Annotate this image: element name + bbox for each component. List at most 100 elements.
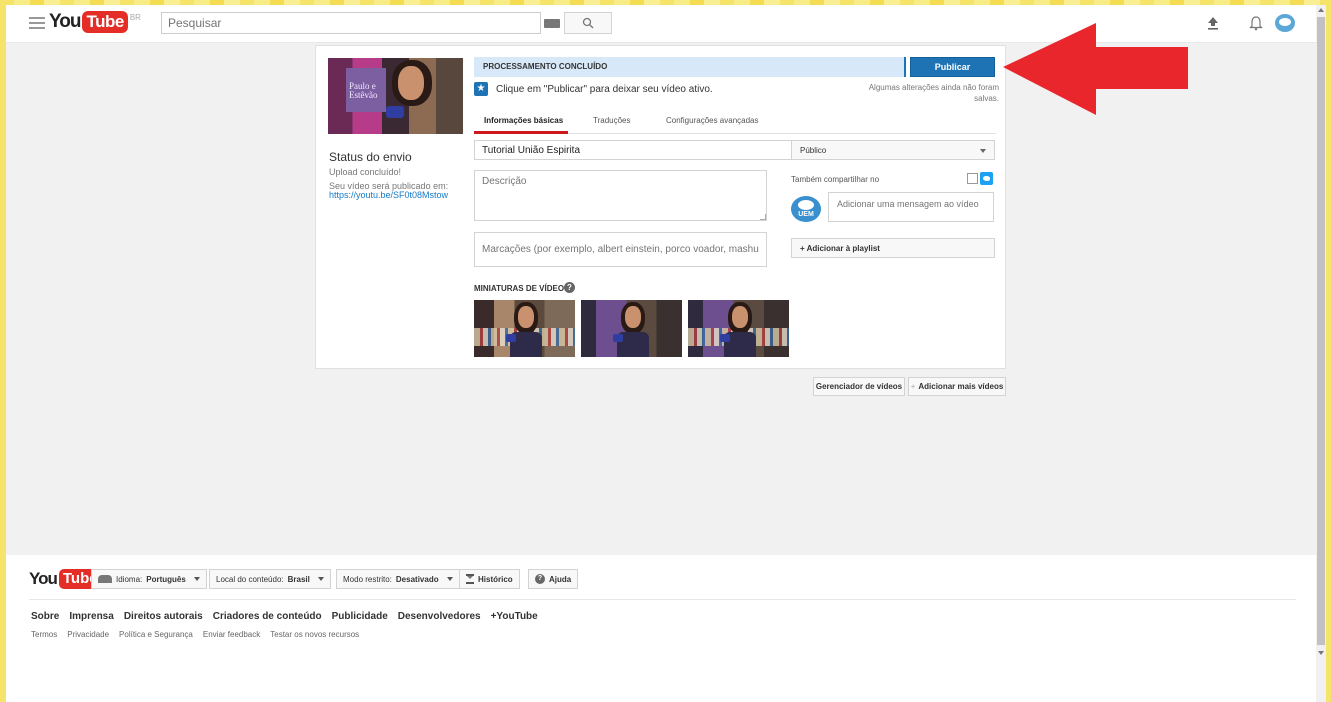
- footer-links-secondary: Termos Privacidade Política e Segurança …: [31, 630, 359, 639]
- thumb-face: [518, 306, 534, 328]
- publish-button[interactable]: Publicar: [910, 57, 995, 77]
- description-field[interactable]: [474, 170, 767, 221]
- chevron-down-icon: [980, 149, 986, 153]
- scroll-up-icon[interactable]: [1318, 8, 1324, 12]
- channel-logo: UEM: [791, 196, 821, 222]
- active-tab-indicator: [474, 131, 568, 134]
- language-value: Português: [146, 574, 186, 584]
- footer-link[interactable]: Imprensa: [69, 611, 113, 622]
- search-input[interactable]: [162, 13, 532, 33]
- language-label: Idioma:: [116, 574, 143, 584]
- add-more-label: Adicionar mais vídeos: [918, 382, 1004, 391]
- browser-viewport: You Tube BR Paulo e Estêvão Status do en…: [6, 5, 1326, 702]
- upload-card: Paulo e Estêvão Status do envio Upload c…: [315, 45, 1006, 369]
- menu-icon[interactable]: [29, 14, 45, 30]
- thumb-face: [625, 306, 641, 328]
- thumbnail-face: [398, 66, 424, 100]
- help-icon[interactable]: ?: [564, 282, 575, 293]
- keyboard-icon[interactable]: [544, 19, 560, 28]
- search-button[interactable]: [564, 12, 612, 34]
- tags-field[interactable]: [474, 232, 767, 267]
- upload-status-line: Upload concluído!: [329, 167, 402, 177]
- footer-links-primary: Sobre Imprensa Direitos autorais Criador…: [31, 611, 538, 622]
- scrollbar[interactable]: [1316, 5, 1326, 702]
- logo-region: BR: [129, 13, 141, 22]
- visibility-value: Público: [800, 146, 827, 155]
- add-more-videos-button[interactable]: + Adicionar mais vídeos: [908, 377, 1006, 396]
- bell-icon[interactable]: [1249, 15, 1263, 31]
- tab-advanced-settings[interactable]: Configurações avançadas: [666, 116, 759, 125]
- upload-status-title: Status do envio: [329, 150, 412, 164]
- unsaved-changes-note: Algumas alterações ainda não foram salva…: [868, 83, 999, 103]
- video-manager-button[interactable]: Gerenciador de vídeos: [813, 377, 905, 396]
- chevron-down-icon: [446, 577, 453, 581]
- red-arrow-annotation: [1003, 23, 1188, 115]
- chevron-down-icon: [317, 577, 324, 581]
- star-icon: ★: [474, 82, 488, 96]
- restricted-value: Desativado: [395, 574, 439, 584]
- footer: You Tube Idioma: Português Local do cont…: [6, 555, 1316, 702]
- footer-link[interactable]: Publicidade: [332, 611, 388, 622]
- upload-icon[interactable]: [1206, 16, 1220, 30]
- avatar[interactable]: [1275, 14, 1295, 32]
- chevron-down-icon: [193, 577, 200, 581]
- thumb-face: [732, 306, 748, 328]
- footer-link[interactable]: Enviar feedback: [203, 630, 260, 639]
- footer-link[interactable]: Testar os novos recursos: [270, 630, 359, 639]
- share-message-field[interactable]: [828, 192, 994, 222]
- tab-basic-info[interactable]: Informações básicas: [484, 116, 563, 125]
- footer-link[interactable]: Sobre: [31, 611, 59, 622]
- processing-status-bar: PROCESSAMENTO CONCLUÍDO: [474, 57, 906, 77]
- footer-link[interactable]: Termos: [31, 630, 57, 639]
- thumbnail-option[interactable]: [581, 300, 682, 357]
- share-label: Também compartilhar no: [791, 175, 880, 184]
- location-value: Brasil: [287, 574, 310, 584]
- footer-link[interactable]: Criadores de conteúdo: [213, 611, 322, 622]
- history-label: Histórico: [478, 574, 513, 584]
- help-icon: ?: [535, 574, 545, 584]
- language-button[interactable]: Idioma: Português: [91, 569, 207, 589]
- thumbnail-option[interactable]: [688, 300, 789, 357]
- search-box: [161, 12, 541, 34]
- resize-handle[interactable]: [760, 214, 766, 220]
- logo-tube: Tube: [82, 11, 128, 33]
- visibility-select[interactable]: Público: [791, 140, 995, 160]
- share-checkbox[interactable]: [967, 173, 978, 184]
- history-button[interactable]: Histórico: [459, 569, 520, 589]
- location-label: Local do conteúdo:: [216, 574, 284, 584]
- video-link[interactable]: https://youtu.be/SF0t08Mstow: [329, 190, 448, 200]
- footer-link[interactable]: Política e Segurança: [119, 630, 193, 639]
- logo-you: You: [49, 11, 82, 32]
- language-icon: [98, 575, 112, 583]
- thumb-mic: [613, 334, 623, 342]
- tab-translations[interactable]: Traduções: [593, 116, 631, 125]
- thumbnail-poster: Paulo e Estêvão: [346, 68, 386, 112]
- hourglass-icon: [466, 574, 474, 584]
- title-field[interactable]: [474, 140, 792, 160]
- thumbnail-mic: [386, 106, 404, 118]
- thumb-mic: [506, 334, 516, 342]
- help-button[interactable]: ? Ajuda: [528, 569, 579, 589]
- upload-tabs: Informações básicas Traduções Configuraç…: [474, 106, 996, 134]
- footer-link[interactable]: +YouTube: [491, 611, 538, 622]
- video-thumbnail: Paulo e Estêvão: [328, 58, 463, 134]
- footer-link[interactable]: Desenvolvedores: [398, 611, 481, 622]
- footer-link[interactable]: Direitos autorais: [124, 611, 203, 622]
- plus-icon: +: [910, 382, 916, 391]
- footer-link[interactable]: Privacidade: [67, 630, 109, 639]
- thumbnails-label: MINIATURAS DE VÍDEOS: [474, 284, 570, 293]
- scrollbar-thumb[interactable]: [1317, 17, 1325, 645]
- publish-hint: Clique em "Publicar" para deixar seu víd…: [496, 84, 713, 95]
- youtube-logo[interactable]: You Tube BR: [49, 11, 141, 33]
- footer-logo-you: You: [29, 569, 58, 588]
- help-label: Ajuda: [549, 574, 572, 584]
- thumbnail-option[interactable]: [474, 300, 575, 357]
- footer-divider: [29, 599, 1296, 600]
- add-to-playlist-button[interactable]: + Adicionar à playlist: [791, 238, 995, 258]
- scroll-down-icon[interactable]: [1318, 651, 1324, 655]
- thumb-mic: [720, 334, 730, 342]
- restricted-label: Modo restrito:: [343, 574, 392, 584]
- restricted-mode-button[interactable]: Modo restrito: Desativado: [336, 569, 460, 589]
- twitter-icon[interactable]: [980, 172, 993, 185]
- location-button[interactable]: Local do conteúdo: Brasil: [209, 569, 331, 589]
